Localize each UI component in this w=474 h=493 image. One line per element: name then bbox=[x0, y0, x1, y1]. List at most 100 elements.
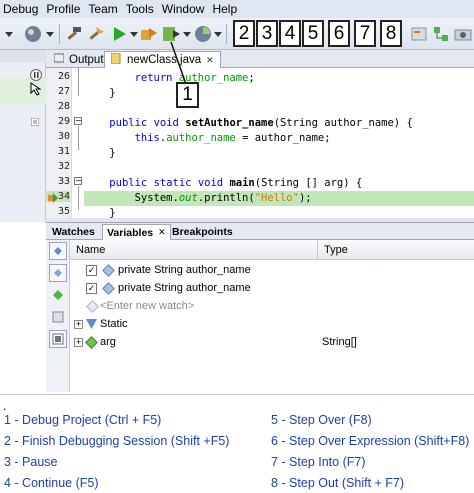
toolbar-separator bbox=[226, 24, 227, 44]
legend-item-8: 8 - Step Out (Shift + F7) bbox=[271, 476, 405, 490]
show-classes-icon[interactable] bbox=[49, 308, 67, 326]
table-row[interactable]: <Enter new watch> bbox=[70, 297, 474, 315]
table-row[interactable]: + arg String[] bbox=[70, 333, 474, 351]
new-watch-placeholder[interactable]: <Enter new watch> bbox=[100, 300, 194, 312]
callout-7: 7 bbox=[354, 20, 376, 47]
watch-checkbox[interactable]: ✓ bbox=[86, 282, 97, 294]
variable-name: private String author_name bbox=[118, 282, 251, 294]
callout-2: 2 bbox=[233, 20, 255, 47]
column-divider[interactable] bbox=[317, 240, 318, 260]
watch-diamond-icon bbox=[102, 281, 115, 295]
menu-team[interactable]: Team bbox=[85, 2, 122, 16]
code-line-27: } bbox=[84, 87, 116, 99]
toolbar-separator bbox=[59, 24, 60, 44]
create-fixed-watch-icon[interactable] bbox=[49, 264, 67, 282]
toolbar: 2 3 4 5 6 7 8 bbox=[0, 18, 474, 50]
callout-3: 3 bbox=[256, 20, 278, 47]
column-header-name[interactable]: Name bbox=[76, 244, 105, 256]
variable-type: String[] bbox=[322, 336, 357, 348]
expand-icon[interactable]: + bbox=[74, 337, 83, 347]
debug-project-icon[interactable] bbox=[160, 23, 182, 45]
tab-watches[interactable]: Watches bbox=[48, 224, 99, 240]
callout-5: 5 bbox=[302, 20, 324, 47]
new-watch-icon[interactable] bbox=[49, 286, 67, 304]
callout-8: 8 bbox=[380, 20, 402, 47]
menu-debug[interactable]: Debug bbox=[0, 2, 43, 16]
code-line-34-current: System.out.println("Hello"); bbox=[84, 191, 474, 206]
menu-bar: Debug Profile Team Tools Window Help bbox=[0, 0, 474, 18]
tab-breakpoints[interactable]: Breakpoints bbox=[168, 224, 237, 240]
menu-help[interactable]: Help bbox=[209, 2, 242, 16]
profile-icon[interactable] bbox=[192, 23, 214, 45]
tab-watches-label: Watches bbox=[52, 226, 95, 238]
variable-name: arg bbox=[100, 336, 116, 348]
fold-column: − − bbox=[72, 68, 84, 218]
code-line-30: this.author_name = author_name; bbox=[134, 132, 331, 144]
line-number: 28 bbox=[57, 101, 70, 112]
take-snapshot-icon[interactable] bbox=[452, 23, 474, 45]
line-number: 31 bbox=[57, 146, 70, 157]
line-number: 26 bbox=[57, 71, 70, 82]
menu-window[interactable]: Window bbox=[159, 2, 210, 16]
tab-newclass-java[interactable]: newClass.java ✕ bbox=[104, 51, 221, 68]
hammer-icon[interactable] bbox=[63, 23, 85, 45]
dropdown-arrow-icon[interactable] bbox=[212, 23, 224, 45]
static-shield-icon bbox=[86, 319, 97, 329]
table-row[interactable]: ✓ private String author_name bbox=[70, 279, 474, 297]
legend-item-1: 1 - Debug Project (Ctrl + F5) bbox=[4, 413, 162, 427]
watch-checkbox[interactable]: ✓ bbox=[86, 264, 97, 276]
code-editor[interactable]: return author_name; } public void setAut… bbox=[84, 68, 474, 219]
editor-tab-bar: Output newClass.java ✕ bbox=[46, 50, 474, 68]
apply-code-changes-icon[interactable] bbox=[430, 23, 452, 45]
program-counter-icon bbox=[48, 193, 58, 203]
code-line-31: } bbox=[84, 147, 116, 159]
debug-file-icon[interactable] bbox=[138, 23, 160, 45]
callout-6: 6 bbox=[328, 20, 350, 47]
table-row[interactable]: ✓ private String author_name bbox=[70, 261, 474, 279]
legend-item-3: 3 - Pause bbox=[4, 455, 58, 469]
variables-header: Name Type bbox=[70, 240, 474, 260]
output-icon bbox=[53, 53, 65, 66]
line-number-gutter: 26 27 28 29 30 31 32 33 34 35 bbox=[46, 68, 72, 218]
globe-icon[interactable] bbox=[22, 23, 44, 45]
clean-build-icon[interactable] bbox=[85, 23, 107, 45]
menu-profile[interactable]: Profile bbox=[43, 2, 85, 16]
tab-output[interactable]: Output bbox=[48, 51, 110, 68]
dropdown-arrow-icon[interactable] bbox=[0, 23, 18, 45]
fold-collapse-icon[interactable]: − bbox=[74, 117, 82, 125]
variable-name: Static bbox=[100, 318, 128, 330]
variables-table: Name Type ✓ private String author_name ✓… bbox=[70, 240, 474, 392]
java-file-icon bbox=[110, 52, 122, 67]
close-icon[interactable]: ✕ bbox=[158, 227, 166, 238]
legend-item-7: 7 - Step Into (F7) bbox=[271, 455, 366, 469]
variable-name: private String author_name bbox=[118, 264, 251, 276]
tab-variables[interactable]: Variables ✕ bbox=[102, 224, 171, 240]
code-line-29: public void setAuthor_name(String author… bbox=[109, 117, 413, 129]
expand-icon[interactable]: + bbox=[74, 319, 83, 329]
column-header-type[interactable]: Type bbox=[324, 244, 348, 256]
run-to-cursor-icon[interactable] bbox=[408, 23, 430, 45]
mouse-pointer-icon bbox=[30, 82, 42, 96]
legend-item-6: 6 - Step Over Expression (Shift+F8) bbox=[271, 434, 470, 448]
run-icon[interactable] bbox=[108, 23, 130, 45]
line-number: 33 bbox=[57, 176, 70, 187]
code-line-33: public static void main(String [] arg) { bbox=[109, 177, 363, 189]
tab-newclass-label: newClass.java bbox=[127, 54, 202, 66]
close-icon[interactable]: ✕ bbox=[206, 55, 214, 66]
line-number: 35 bbox=[57, 206, 70, 217]
fold-line bbox=[78, 186, 79, 210]
tab-variables-label: Variables bbox=[107, 226, 154, 239]
legend-item-4: 4 - Continue (F5) bbox=[4, 476, 99, 490]
show-evaluation-icon[interactable] bbox=[49, 242, 67, 260]
table-row[interactable]: + Static bbox=[70, 315, 474, 333]
menu-tools[interactable]: Tools bbox=[123, 2, 159, 16]
legend: . 1 - Debug Project (Ctrl + F5) 2 - Fini… bbox=[0, 394, 474, 493]
callout-4: 4 bbox=[279, 20, 301, 47]
fold-collapse-icon[interactable]: − bbox=[74, 177, 82, 185]
panel-toggle-icon[interactable] bbox=[30, 116, 40, 127]
variable-options-icon[interactable] bbox=[49, 330, 67, 348]
dropdown-arrow-icon[interactable] bbox=[44, 23, 56, 45]
pause-status-icon[interactable] bbox=[30, 69, 42, 81]
line-number: 30 bbox=[57, 131, 70, 142]
